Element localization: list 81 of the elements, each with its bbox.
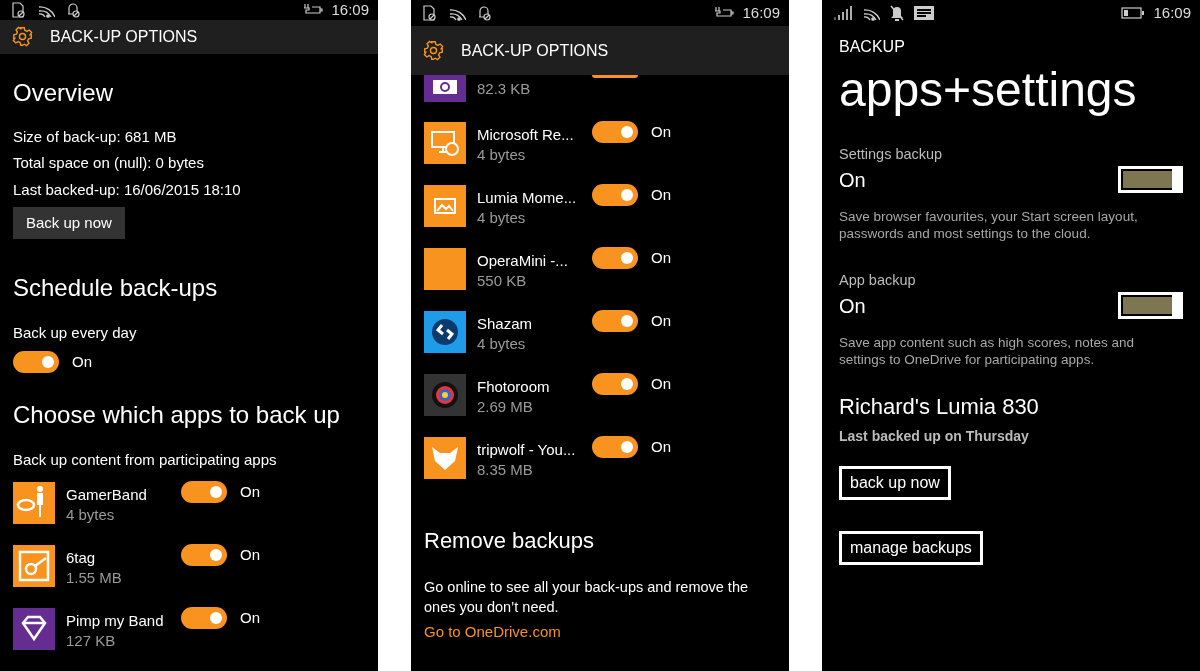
- app-size: 4 bytes: [477, 145, 527, 165]
- setting-description: Save app content such as high scores, notes and settings to OneDrive for participating apps.: [839, 334, 1135, 368]
- app-name: Microsoft Re...: [477, 125, 575, 145]
- toggle-switch[interactable]: [592, 310, 638, 332]
- setting-value: On: [839, 293, 866, 319]
- device-name: Richard's Lumia 830: [839, 393, 1039, 421]
- info-line: Last backed-up: 16/06/2015 18:10: [13, 179, 241, 200]
- notification-off-icon: [477, 5, 492, 21]
- toggle-state-label: On: [240, 608, 260, 628]
- info-line: Total space on (null): 0 bytes: [13, 153, 205, 173]
- app-size: 2.69 MB: [477, 397, 534, 417]
- toggle-state-label: On: [651, 311, 671, 331]
- signal-icon: [834, 6, 852, 20]
- app-size: 8.35 MB: [477, 460, 534, 480]
- app-size: 4 bytes: [477, 208, 527, 228]
- toggle-switch[interactable]: [592, 373, 638, 395]
- setting-description: Save browser favourites, your Start screen layout, passwords and most settings to the cloud.: [839, 208, 1139, 242]
- setting-label: Settings backup: [839, 145, 944, 164]
- section-heading: Choose which apps to back up: [13, 400, 340, 430]
- toggle-switch[interactable]: [181, 481, 227, 503]
- page-title: apps+settings: [839, 62, 1137, 118]
- app-name: 6tag: [66, 548, 97, 568]
- message-icon: [914, 6, 934, 20]
- outlined-button[interactable]: back up now: [839, 466, 951, 500]
- battery-icon: [1121, 7, 1146, 19]
- page-title: BACK-UP OPTIONS: [461, 40, 609, 61]
- section-description: Back up content from participating apps: [13, 450, 277, 470]
- toggle-state-label: On: [240, 545, 260, 565]
- app-name: Shazam: [477, 314, 534, 334]
- toggle-state-label: On: [651, 437, 671, 457]
- app-name: tripwolf - You...: [477, 440, 577, 460]
- onedrive-link[interactable]: Go to OneDrive.com: [424, 622, 561, 642]
- toggle-state-label: On: [651, 122, 671, 142]
- back-up-now-button[interactable]: Back up now: [13, 207, 125, 239]
- toggle-state-label: On: [240, 482, 260, 502]
- section-heading: Remove backups: [424, 527, 594, 555]
- section-heading: Overview: [13, 77, 114, 108]
- app-size: 4 bytes: [477, 334, 527, 354]
- battery-charging-icon: [714, 6, 735, 20]
- info-line: Size of back-up: 681 MB: [13, 126, 178, 147]
- toggle-state-label: On: [651, 374, 671, 394]
- app-size: 82.3 KB: [477, 79, 532, 99]
- toggle-switch[interactable]: [1118, 292, 1183, 319]
- status-time: 16:09: [742, 3, 780, 23]
- toggle-switch[interactable]: [181, 607, 227, 629]
- toggle-state-label: On: [651, 185, 671, 205]
- sim-off-icon: [423, 5, 437, 21]
- toggle-state-label: On: [72, 352, 92, 372]
- app-size: 127 KB: [66, 631, 117, 651]
- app-name: Lumia Mome...: [477, 188, 578, 208]
- toggle-switch[interactable]: [181, 544, 227, 566]
- section-heading: Schedule back-ups: [13, 273, 218, 303]
- settings-icon: [12, 26, 33, 48]
- setting-label: Back up every day: [13, 323, 137, 343]
- app-name: OperaMini -...: [477, 251, 569, 271]
- setting-label: App backup: [839, 271, 917, 290]
- app-size: 550 KB: [477, 271, 528, 291]
- app-title: BACKUP: [839, 37, 905, 57]
- settings-icon: [423, 40, 444, 61]
- toggle-switch[interactable]: [592, 247, 638, 269]
- last-backup-text: Last backed up on Thursday: [839, 427, 1029, 446]
- toggle-switch[interactable]: [13, 351, 59, 373]
- page-title: BACK-UP OPTIONS: [50, 26, 198, 47]
- toggle-switch[interactable]: [592, 121, 638, 143]
- app-name: Fhotoroom: [477, 377, 551, 397]
- bell-off-icon: [890, 5, 904, 21]
- outlined-button[interactable]: manage backups: [839, 531, 983, 565]
- app-size: 4 bytes: [66, 505, 116, 525]
- setting-value: On: [839, 167, 866, 193]
- section-description: Go online to see all your back-ups and remove the ones you don’t need.: [424, 578, 750, 617]
- app-size: 1.55 MB: [66, 568, 123, 588]
- status-time: 16:09: [1153, 3, 1191, 23]
- app-name: GamerBand: [66, 485, 148, 505]
- toggle-switch[interactable]: [592, 75, 638, 78]
- toggle-state-label: On: [651, 248, 671, 268]
- toggle-switch[interactable]: [592, 436, 638, 458]
- status-time: 16:09: [331, 0, 369, 20]
- app-name: Pimp my Band: [66, 611, 165, 631]
- battery-charging-icon: [303, 3, 324, 17]
- toggle-switch[interactable]: [1118, 166, 1183, 193]
- toggle-switch[interactable]: [592, 184, 638, 206]
